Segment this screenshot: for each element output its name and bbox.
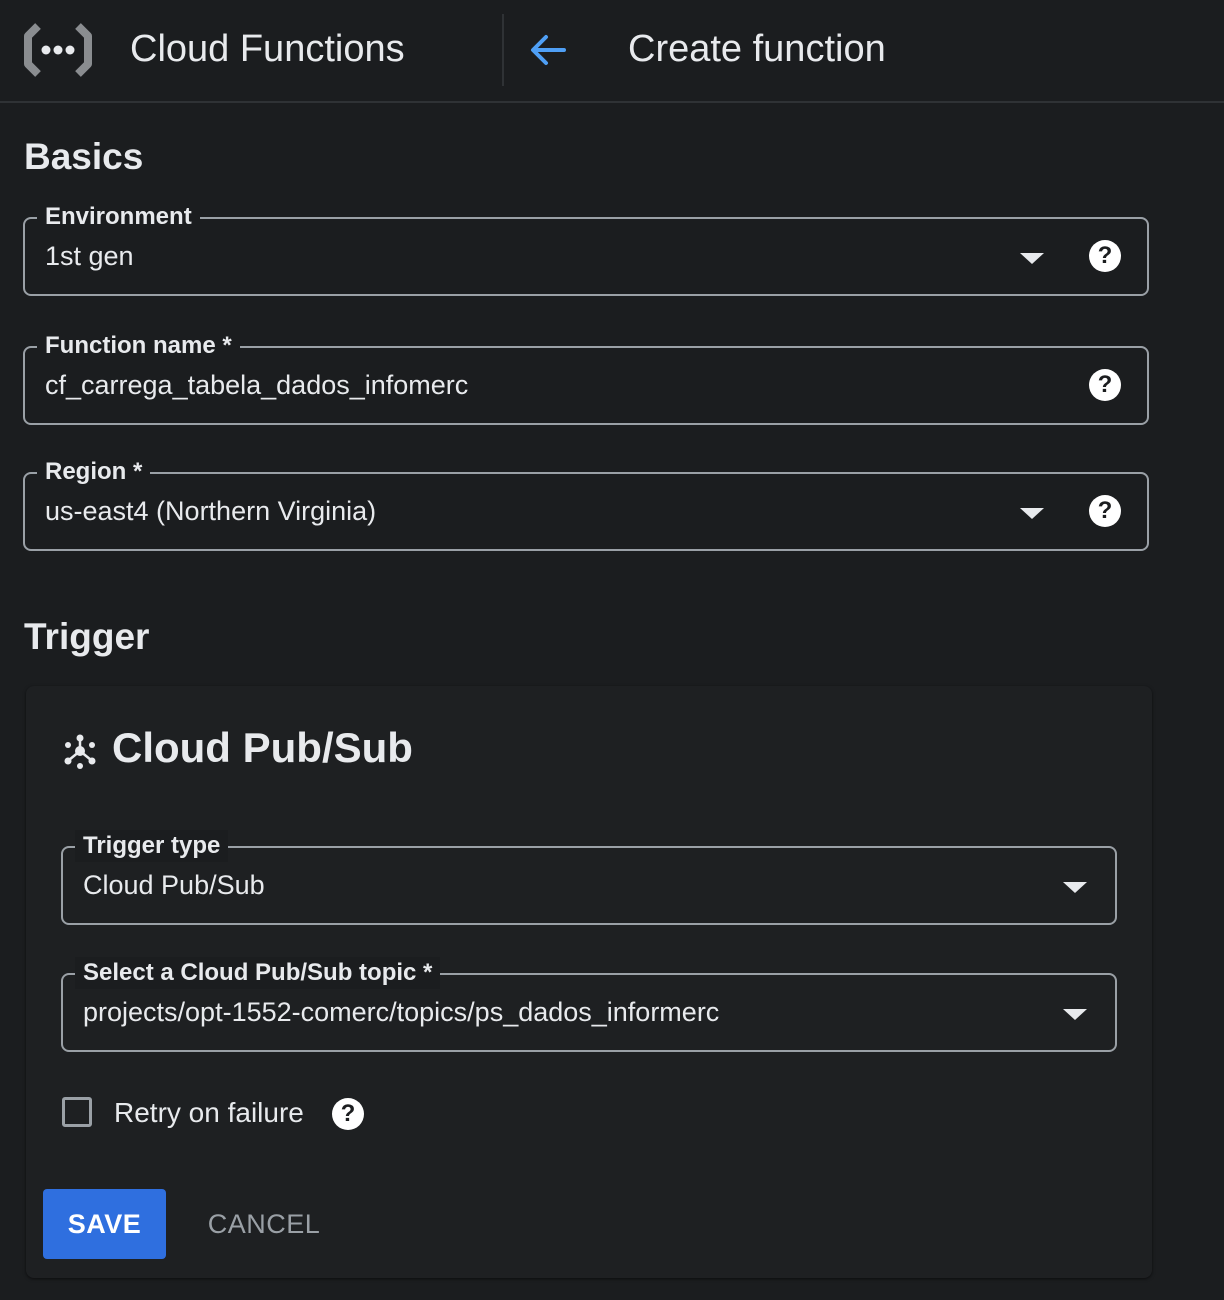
environment-label: Environment: [37, 201, 200, 233]
help-icon[interactable]: ?: [1089, 369, 1121, 401]
help-icon[interactable]: ?: [332, 1098, 364, 1130]
app-title: Cloud Functions: [130, 28, 405, 70]
pubsub-topic-value: projects/opt-1552-comerc/topics/ps_dados…: [83, 997, 720, 1027]
trigger-type-label: Trigger type: [75, 830, 229, 862]
arrow-back-icon[interactable]: [528, 30, 568, 70]
pubsub-topic-select[interactable]: Select a Cloud Pub/Sub topic * projects/…: [61, 957, 1117, 1052]
caret-down-icon[interactable]: [1063, 882, 1087, 893]
top-bar: Cloud Functions Create function: [0, 0, 1224, 103]
basics-heading: Basics: [24, 136, 144, 177]
caret-down-icon[interactable]: [1063, 1009, 1087, 1020]
region-label: Region *: [37, 456, 151, 488]
cloud-functions-logo-icon: [24, 23, 92, 77]
help-icon[interactable]: ?: [1089, 240, 1121, 272]
caret-down-icon[interactable]: [1020, 508, 1044, 519]
caret-down-icon[interactable]: [1020, 253, 1044, 264]
retry-on-failure-checkbox[interactable]: [62, 1097, 92, 1127]
retry-on-failure-label: Retry on failure: [114, 1097, 304, 1128]
help-icon[interactable]: ?: [1089, 495, 1121, 527]
trigger-type-select[interactable]: Trigger type Cloud Pub/Sub: [61, 830, 1117, 925]
page-title: Create function: [628, 28, 886, 70]
trigger-heading: Trigger: [24, 616, 150, 657]
pubsub-topic-label: Select a Cloud Pub/Sub topic *: [75, 957, 441, 989]
region-select[interactable]: Region * us-east4 (Northern Virginia) ?: [23, 456, 1149, 551]
pubsub-icon: [64, 734, 96, 769]
region-value: us-east4 (Northern Virginia): [45, 496, 377, 526]
trigger-type-value: Cloud Pub/Sub: [83, 870, 265, 900]
environment-value: 1st gen: [45, 241, 134, 271]
function-name-value: cf_carrega_tabela_dados_infomerc: [45, 370, 469, 400]
function-name-field[interactable]: Function name * cf_carrega_tabela_dados_…: [23, 330, 1149, 425]
header-divider: [502, 14, 504, 86]
function-name-label: Function name *: [37, 330, 240, 362]
save-button[interactable]: SAVE: [43, 1189, 166, 1259]
trigger-card-title: Cloud Pub/Sub: [112, 724, 413, 771]
environment-select[interactable]: Environment 1st gen ?: [23, 201, 1149, 296]
cancel-button[interactable]: CANCEL: [196, 1189, 332, 1259]
